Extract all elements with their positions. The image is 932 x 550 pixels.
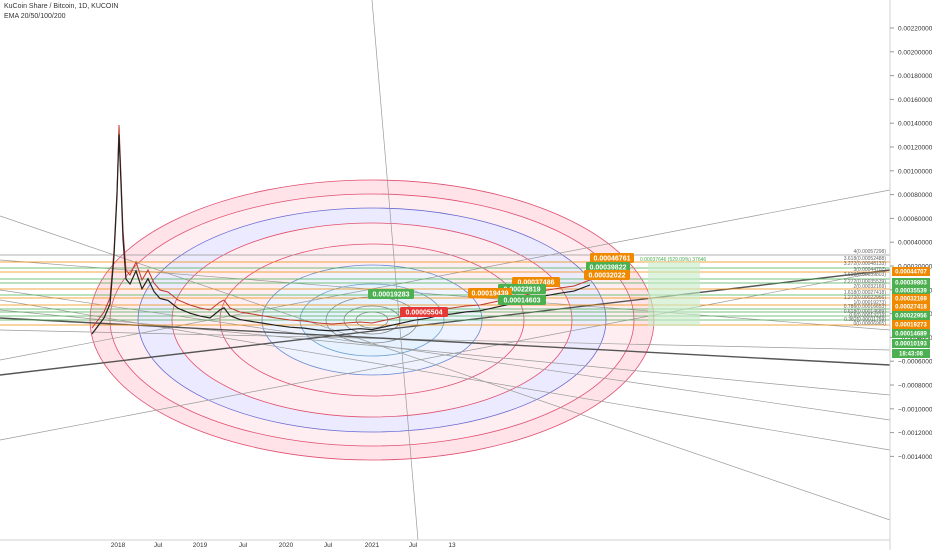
price-tag: 18:43:08 [892,349,930,358]
x-tick-label: Jul [239,542,248,549]
x-tick-label: Jul [409,542,418,549]
annotation-label: 0.00032022 [584,270,630,280]
price-tag: 0.00039803 [892,278,930,287]
y-tick-label: −0.00080000 [898,383,932,390]
y-tick-label: −0.00140000 [898,454,932,461]
y-tick-label: 0.00220000 [898,26,932,33]
annotation-text: 0.00019283 [373,292,410,299]
y-tick-label: 0.00200000 [898,49,932,56]
price-tag: 0.00035539 [892,286,930,295]
price-tag: 0.00027418 [892,302,930,311]
y-tick-label: −0.00100000 [898,406,932,413]
y-tick-label: 0.00160000 [898,97,932,104]
plot-area[interactable]: 4(0.00057298)3.618(0.00052488)3.272(0.00… [0,0,890,540]
x-tick-label: Jul [154,542,163,549]
projection-box [648,262,700,326]
fib-label: 2.618(0.00039803) [844,272,887,278]
chart-canvas[interactable]: 4(0.00057298)3.618(0.00052488)3.272(0.00… [0,0,932,550]
price-axis[interactable]: 0.00220000 0.00200000 0.00180000 0.00160000… [889,0,932,550]
price-tag: 0.00032169 [892,294,930,303]
y-tick-label: 0.00040000 [898,240,932,247]
price-tag-text: 0.00014689 [895,332,927,338]
annotation-label: 0.00019283 [368,289,414,299]
price-tag-text: 0.00027418 [895,305,927,311]
price-tag: 0.00010193 [892,339,930,348]
fib-label: 0(0.00006965) [853,321,886,327]
annotation-label: 0.00005504 [400,307,448,317]
x-tick-label: 13 [448,542,456,549]
annotation-text: 0.00005504 [406,310,443,317]
y-tick-label: 0.00180000 [898,73,932,80]
annotation-text: 0.00032022 [589,273,626,280]
price-tag-text: 0.00035539 [895,289,927,295]
x-tick-label: 2021 [365,542,380,549]
price-tag: 0.00022956 [892,311,930,320]
y-tick-label: 0.00100000 [898,168,932,175]
price-tag-text: 0.00044707 [895,270,927,276]
price-tag-text: 0.00032169 [895,297,927,303]
annotation-label: 0.00014603 [498,295,546,305]
annotation-text: 0.00014603 [504,298,541,305]
y-tick-label: −0.00120000 [898,430,932,437]
price-tag: 0.00019273 [892,320,930,329]
price-tag: 0.00044707 [892,267,930,276]
price-tag: 0.00014689 [892,329,930,338]
x-tick-label: Jul [324,542,333,549]
fib-label: 4(0.00057298) [853,249,886,255]
price-tag-text: 18:43:08 [899,352,924,358]
x-tick-label: 2020 [279,542,294,549]
annotation-text: 0.00046761 [594,256,631,263]
y-tick-label: 0.00080000 [898,192,932,199]
y-tick-label: 0.00140000 [898,121,932,128]
price-tag-text: 0.00022956 [895,314,927,320]
x-tick-label: 2019 [193,542,208,549]
price-tag-text: 0.00039803 [895,281,927,287]
price-tag-text: 0.00019273 [895,323,927,329]
y-tick-label: −0.00060000 [898,359,932,366]
y-tick-label: 0.00060000 [898,216,932,223]
price-tag-text: 0.00010193 [895,342,927,348]
time-axis[interactable]: 2018 Jul 2019 Jul 2020 Jul 2021 Jul 13 [0,539,890,549]
x-tick-label: 2018 [111,542,126,549]
annotation-label: 0.00046761 [590,253,634,263]
y-tick-label: 0.00120000 [898,145,932,152]
projection-label: 0.00037646 (529.09%) 37646 [640,257,706,263]
